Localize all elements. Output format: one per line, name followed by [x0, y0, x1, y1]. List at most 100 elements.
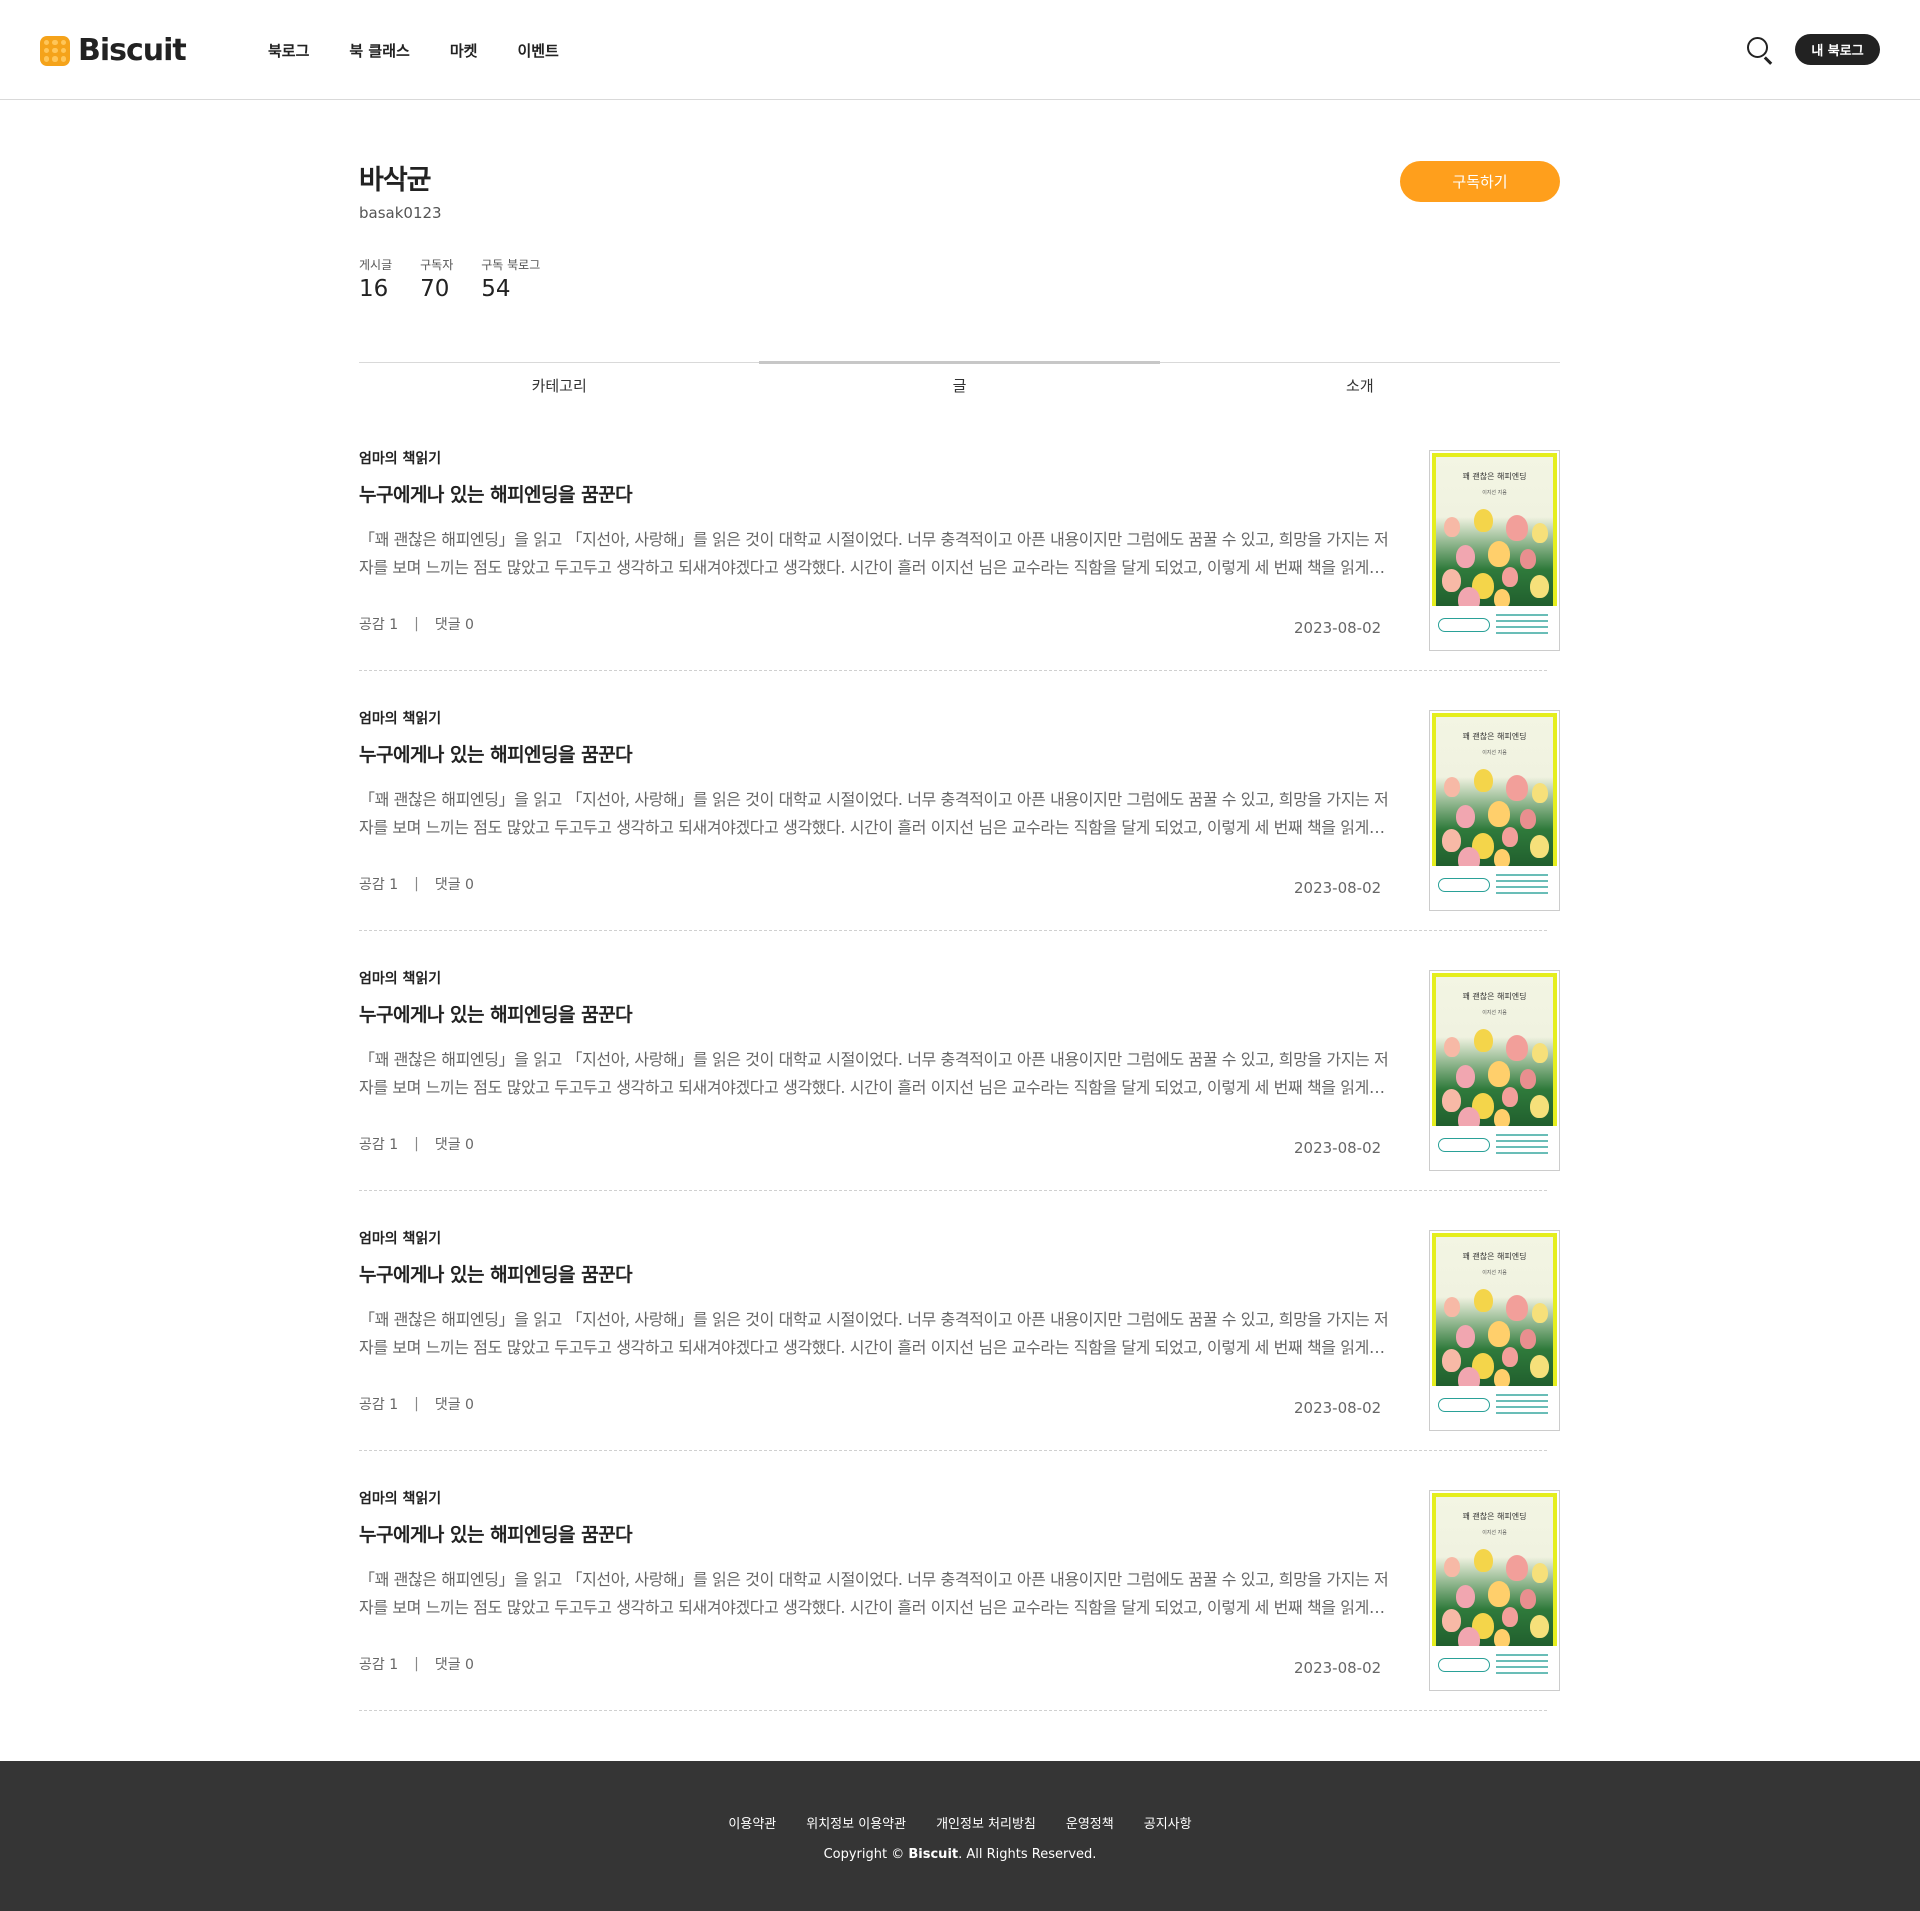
tulip-decoration — [1474, 1029, 1493, 1052]
tulip-decoration — [1506, 1555, 1528, 1581]
tulip-decoration — [1530, 835, 1549, 858]
post-meta: 공감 1 | 댓글 0 — [359, 874, 474, 894]
post-item[interactable]: 엄마의 책읽기 누구에게나 있는 해피엔딩을 꿈꾼다 「꽤 괜찮은 해피엔딩」을… — [359, 708, 1560, 968]
tulip-decoration — [1444, 1037, 1460, 1057]
tulip-decoration — [1506, 515, 1528, 541]
subscribe-button[interactable]: 구독하기 — [1400, 161, 1560, 202]
post-category[interactable]: 엄마의 책읽기 — [359, 968, 441, 988]
profile-tabs: 카테고리 글 소개 — [359, 361, 1560, 404]
post-divider — [359, 1710, 1547, 1711]
footer-link-location-terms[interactable]: 위치정보 이용약관 — [806, 1813, 906, 1832]
post-title[interactable]: 누구에게나 있는 해피엔딩을 꿈꾼다 — [359, 1520, 633, 1547]
tulip-decoration — [1474, 509, 1493, 532]
tulip-decoration — [1456, 1585, 1475, 1608]
tulip-decoration — [1442, 1609, 1461, 1632]
book-cover-author: 이지선 지음 — [1482, 1010, 1507, 1016]
post-likes: 공감 1 — [359, 877, 399, 893]
post-meta: 공감 1 | 댓글 0 — [359, 614, 474, 634]
tulip-decoration — [1520, 549, 1536, 569]
biscuit-logo-icon — [40, 35, 70, 66]
post-divider — [359, 670, 1547, 671]
book-cover-title: 꽤 괜찮은 해피엔딩 — [1462, 992, 1527, 1001]
top-header: Biscuit 북로그 북 클래스 마켓 이벤트 내 북로그 — [0, 0, 1920, 100]
post-divider — [359, 1190, 1547, 1191]
tulip-decoration — [1532, 523, 1548, 543]
tulip-decoration — [1456, 1065, 1475, 1088]
nav-event[interactable]: 이벤트 — [517, 40, 558, 61]
book-cover-image: 꽤 괜찮은 해피엔딩 이지선 지음 — [1432, 973, 1557, 1168]
copyright-brand: Biscuit — [908, 1847, 959, 1862]
post-divider — [359, 930, 1547, 931]
copyright: Copyright © Biscuit. All Rights Reserved… — [0, 1847, 1920, 1862]
tulip-decoration — [1502, 1087, 1518, 1107]
post-date: 2023-08-02 — [1294, 1139, 1382, 1157]
book-cover-author: 이지선 지음 — [1482, 1270, 1507, 1276]
footer-links: 이용약관 위치정보 이용약관 개인정보 처리방침 운영정책 공지사항 — [0, 1813, 1920, 1832]
post-title[interactable]: 누구에게나 있는 해피엔딩을 꿈꾼다 — [359, 480, 633, 507]
post-category[interactable]: 엄마의 책읽기 — [359, 708, 441, 728]
nav-booklog[interactable]: 북로그 — [268, 40, 309, 61]
footer-link-terms[interactable]: 이용약관 — [728, 1813, 776, 1832]
stat-value: 70 — [420, 276, 450, 302]
post-excerpt: 「꽤 괜찮은 해피엔딩」을 읽고 「지선아, 사랑해」를 읽은 것이 대학교 시… — [359, 790, 1389, 837]
post-likes: 공감 1 — [359, 1397, 399, 1413]
tulip-decoration — [1488, 801, 1510, 827]
tulip-decoration — [1532, 1563, 1548, 1583]
book-cover-title: 꽤 괜찮은 해피엔딩 — [1462, 1512, 1527, 1521]
tulip-decoration — [1506, 1295, 1528, 1321]
tulip-decoration — [1506, 775, 1528, 801]
post-thumbnail[interactable]: 꽤 괜찮은 해피엔딩 이지선 지음 — [1429, 1230, 1560, 1431]
stat-posts: 게시글 16 — [359, 256, 392, 302]
post-title[interactable]: 누구에게나 있는 해피엔딩을 꿈꾼다 — [359, 1260, 633, 1287]
post-likes: 공감 1 — [359, 1137, 399, 1153]
nav-book-class[interactable]: 북 클래스 — [349, 40, 409, 61]
post-title[interactable]: 누구에게나 있는 해피엔딩을 꿈꾼다 — [359, 1000, 633, 1027]
tulip-decoration — [1520, 1589, 1536, 1609]
post-category[interactable]: 엄마의 책읽기 — [359, 1488, 441, 1508]
post-item[interactable]: 엄마의 책읽기 누구에게나 있는 해피엔딩을 꿈꾼다 「꽤 괜찮은 해피엔딩」을… — [359, 1228, 1560, 1488]
post-category[interactable]: 엄마의 책읽기 — [359, 448, 441, 468]
post-thumbnail[interactable]: 꽤 괜찮은 해피엔딩 이지선 지음 — [1429, 450, 1560, 651]
post-item[interactable]: 엄마의 책읽기 누구에게나 있는 해피엔딩을 꿈꾼다 「꽤 괜찮은 해피엔딩」을… — [359, 448, 1560, 708]
post-thumbnail[interactable]: 꽤 괜찮은 해피엔딩 이지선 지음 — [1429, 1490, 1560, 1691]
post-meta: 공감 1 | 댓글 0 — [359, 1654, 474, 1674]
book-cover-image: 꽤 괜찮은 해피엔딩 이지선 지음 — [1432, 1493, 1557, 1688]
biscuit-logo[interactable]: Biscuit — [40, 33, 187, 68]
post-excerpt: 「꽤 괜찮은 해피엔딩」을 읽고 「지선아, 사랑해」를 읽은 것이 대학교 시… — [359, 1050, 1389, 1097]
tulip-decoration — [1520, 1329, 1536, 1349]
book-cover-title: 꽤 괜찮은 해피엔딩 — [1462, 472, 1527, 481]
post-title[interactable]: 누구에게나 있는 해피엔딩을 꿈꾼다 — [359, 740, 633, 767]
post-comments: 댓글 0 — [434, 1137, 474, 1153]
post-thumbnail[interactable]: 꽤 괜찮은 해피엔딩 이지선 지음 — [1429, 970, 1560, 1171]
nav-market[interactable]: 마켓 — [450, 40, 478, 61]
tulip-decoration — [1444, 1557, 1460, 1577]
tab-intro[interactable]: 소개 — [1160, 363, 1560, 404]
stat-value: 54 — [481, 276, 511, 302]
post-date: 2023-08-02 — [1294, 1399, 1382, 1417]
post-meta: 공감 1 | 댓글 0 — [359, 1394, 474, 1414]
meta-separator: | — [414, 876, 419, 892]
post-thumbnail[interactable]: 꽤 괜찮은 해피엔딩 이지선 지음 — [1429, 710, 1560, 911]
tab-category[interactable]: 카테고리 — [359, 363, 759, 404]
tab-posts[interactable]: 글 — [759, 361, 1160, 404]
post-date: 2023-08-02 — [1294, 1659, 1382, 1677]
footer-link-privacy[interactable]: 개인정보 처리방침 — [936, 1813, 1036, 1832]
tulip-decoration — [1530, 575, 1549, 598]
tulip-decoration — [1456, 1325, 1475, 1348]
tulip-decoration — [1530, 1615, 1549, 1638]
stat-label: 게시글 — [359, 258, 393, 272]
site-footer: 이용약관 위치정보 이용약관 개인정보 처리방침 운영정책 공지사항 Copyr… — [0, 1761, 1920, 1911]
post-excerpt: 「꽤 괜찮은 해피엔딩」을 읽고 「지선아, 사랑해」를 읽은 것이 대학교 시… — [359, 1310, 1389, 1357]
tulip-decoration — [1520, 809, 1536, 829]
tulip-decoration — [1474, 1549, 1493, 1572]
post-category[interactable]: 엄마의 책읽기 — [359, 1228, 441, 1248]
footer-link-policy[interactable]: 운영정책 — [1066, 1813, 1114, 1832]
tulip-decoration — [1532, 1303, 1548, 1323]
post-meta: 공감 1 | 댓글 0 — [359, 1134, 474, 1154]
post-item[interactable]: 엄마의 책읽기 누구에게나 있는 해피엔딩을 꿈꾼다 「꽤 괜찮은 해피엔딩」을… — [359, 968, 1560, 1228]
footer-link-notice[interactable]: 공지사항 — [1144, 1813, 1192, 1832]
post-item[interactable]: 엄마의 책읽기 누구에게나 있는 해피엔딩을 꿈꾼다 「꽤 괜찮은 해피엔딩」을… — [359, 1488, 1560, 1748]
search-icon[interactable] — [1746, 36, 1774, 65]
tulip-decoration — [1532, 1043, 1548, 1063]
my-booklog-button[interactable]: 내 북로그 — [1795, 34, 1880, 65]
